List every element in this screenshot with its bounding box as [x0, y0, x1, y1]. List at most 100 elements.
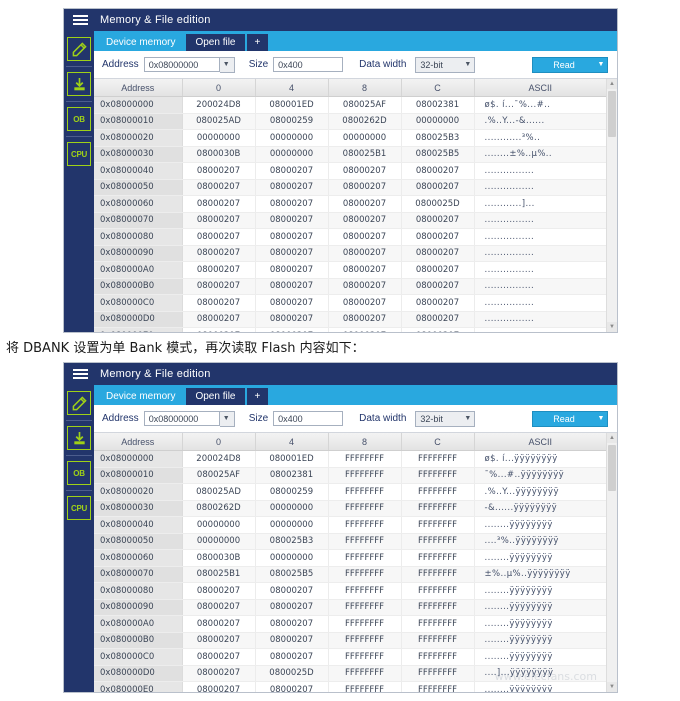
cell-address[interactable]: 0x080000E0 — [94, 327, 183, 332]
cell-address[interactable]: 0x08000010 — [94, 467, 183, 484]
cell-word-0[interactable]: 08000207 — [182, 228, 256, 246]
cell-address[interactable]: 0x08000050 — [94, 533, 183, 550]
cpu-icon[interactable]: CPU — [67, 142, 91, 166]
table-row[interactable]: 0x080000A0 08000207 08000207 08000207 080002… — [94, 261, 606, 279]
cell-word-c[interactable]: 08000207 — [401, 179, 475, 196]
cell-word-4[interactable]: 08000207 — [255, 212, 329, 229]
cell-word-c[interactable]: FFFFFFFF — [401, 500, 475, 517]
cell-word-0[interactable]: 08000207 — [182, 665, 256, 682]
cell-word-4[interactable]: 00000000 — [255, 146, 329, 163]
table-row[interactable]: 0x080000E0 08000207 08000207 FFFFFFFF FFFFFF… — [94, 681, 606, 692]
cell-word-c[interactable]: 08000207 — [401, 228, 475, 246]
cell-word-0[interactable]: 00000000 — [182, 533, 256, 550]
cell-word-c[interactable]: FFFFFFFF — [401, 648, 475, 666]
cell-ascii[interactable]: ............]... — [474, 195, 606, 213]
cell-word-c[interactable]: 080025B3 — [401, 129, 475, 147]
cell-address[interactable]: 0x08000080 — [94, 228, 183, 246]
cell-word-c[interactable]: 0800025D — [401, 195, 475, 213]
cell-word-4[interactable]: 08000207 — [255, 582, 329, 600]
cell-address[interactable]: 0x08000040 — [94, 516, 183, 534]
cell-ascii[interactable]: ................ — [474, 311, 606, 328]
cell-word-8[interactable]: 08000207 — [328, 162, 402, 180]
cell-word-4[interactable]: 08000259 — [255, 483, 329, 501]
table-row[interactable]: 0x08000050 08000207 08000207 08000207 080002… — [94, 179, 606, 196]
tab-add-new[interactable]: + — [246, 34, 269, 51]
cell-ascii[interactable]: ........ÿÿÿÿÿÿÿÿ — [474, 681, 606, 692]
cell-ascii[interactable]: ........ÿÿÿÿÿÿÿÿ — [474, 615, 606, 633]
cell-address[interactable]: 0x08000070 — [94, 566, 183, 583]
cell-word-4[interactable]: 080001ED — [255, 450, 329, 468]
cell-address[interactable]: 0x08000090 — [94, 599, 183, 616]
cell-word-8[interactable]: 08000207 — [328, 294, 402, 312]
table-row[interactable]: 0x080000B0 08000207 08000207 FFFFFFFF FFFFFF… — [94, 632, 606, 649]
address-input[interactable]: 0x08000000 — [143, 411, 220, 426]
cell-word-c[interactable]: FFFFFFFF — [401, 467, 475, 484]
tab-open-file[interactable]: Open file — [186, 388, 245, 405]
cell-ascii[interactable]: .%..Y...ÿÿÿÿÿÿÿÿ — [474, 483, 606, 501]
cell-word-4[interactable]: 080025B5 — [255, 566, 329, 583]
cell-word-0[interactable]: 00000000 — [182, 516, 256, 534]
table-row[interactable]: 0x08000030 0800030B 00000000 080025B1 080025… — [94, 146, 606, 163]
cell-ascii[interactable]: ........ÿÿÿÿÿÿÿÿ — [474, 549, 606, 567]
cell-word-c[interactable]: FFFFFFFF — [401, 665, 475, 682]
scroll-up-icon[interactable]: ▲ — [607, 79, 617, 89]
cell-word-8[interactable]: FFFFFFFF — [328, 516, 402, 534]
cell-address[interactable]: 0x080000B0 — [94, 632, 183, 649]
download-icon[interactable] — [67, 72, 91, 96]
cell-word-0[interactable]: 08000207 — [182, 615, 256, 633]
cell-word-c[interactable]: 08000207 — [401, 278, 475, 295]
table-row[interactable]: 0x08000090 08000207 08000207 08000207 080002… — [94, 245, 606, 262]
cell-word-8[interactable]: 08000207 — [328, 261, 402, 279]
cell-address[interactable]: 0x080000D0 — [94, 311, 183, 328]
cell-ascii[interactable]: ................ — [474, 278, 606, 295]
cell-word-4[interactable]: 08000207 — [255, 278, 329, 295]
cell-word-0[interactable]: 08000207 — [182, 278, 256, 295]
cell-word-4[interactable]: 08000207 — [255, 261, 329, 279]
cell-word-0[interactable]: 08000207 — [182, 195, 256, 213]
cell-address[interactable]: 0x08000060 — [94, 549, 183, 567]
col-header-4[interactable]: 4 — [255, 433, 329, 451]
cell-address[interactable]: 0x080000E0 — [94, 681, 183, 692]
cell-word-c[interactable]: 08002381 — [401, 96, 475, 114]
cell-word-8[interactable]: FFFFFFFF — [328, 549, 402, 567]
cell-ascii[interactable]: ø$. í...¯%...#.. — [474, 96, 606, 114]
scroll-down-icon[interactable]: ▼ — [607, 322, 617, 332]
cell-address[interactable]: 0x08000030 — [94, 146, 183, 163]
cell-word-0[interactable]: 0800030B — [182, 549, 256, 567]
cell-word-8[interactable]: FFFFFFFF — [328, 648, 402, 666]
cell-word-0[interactable]: 08000207 — [182, 162, 256, 180]
cell-address[interactable]: 0x080000C0 — [94, 648, 183, 666]
scrollbar-thumb[interactable] — [608, 445, 616, 491]
cell-word-4[interactable]: 08000207 — [255, 228, 329, 246]
cell-address[interactable]: 0x08000040 — [94, 162, 183, 180]
cell-word-0[interactable]: 080025AF — [182, 467, 256, 484]
col-header-ascii[interactable]: ASCII — [474, 433, 606, 451]
cell-word-c[interactable]: 08000207 — [401, 311, 475, 328]
cell-word-0[interactable]: 08000207 — [182, 212, 256, 229]
download-icon[interactable] — [67, 426, 91, 450]
cell-word-8[interactable]: FFFFFFFF — [328, 582, 402, 600]
table-row[interactable]: 0x08000080 08000207 08000207 FFFFFFFF FFFFFF… — [94, 582, 606, 600]
cell-word-c[interactable]: FFFFFFFF — [401, 582, 475, 600]
cell-word-0[interactable]: 200024D8 — [182, 96, 256, 114]
tab-device-memory[interactable]: Device memory — [97, 34, 185, 51]
data-width-select[interactable]: 32-bit ▼ — [415, 410, 476, 427]
cell-ascii[interactable]: ................ — [474, 212, 606, 229]
read-button[interactable]: Read ▼ — [532, 56, 608, 73]
cell-ascii[interactable]: -&......ÿÿÿÿÿÿÿÿ — [474, 500, 606, 517]
cell-address[interactable]: 0x08000010 — [94, 113, 183, 130]
cell-address[interactable]: 0x080000D0 — [94, 665, 183, 682]
cell-word-c[interactable]: 08000207 — [401, 162, 475, 180]
col-header-8[interactable]: 8 — [328, 433, 402, 451]
cell-ascii[interactable]: ¯%...#..ÿÿÿÿÿÿÿÿ — [474, 467, 606, 484]
cell-word-4[interactable]: 08000207 — [255, 162, 329, 180]
cell-address[interactable]: 0x08000090 — [94, 245, 183, 262]
cell-word-4[interactable]: 08000207 — [255, 245, 329, 262]
col-header-c[interactable]: C — [401, 79, 475, 97]
cell-word-c[interactable]: FFFFFFFF — [401, 566, 475, 583]
cell-word-4[interactable]: 08000207 — [255, 615, 329, 633]
cell-address[interactable]: 0x08000020 — [94, 483, 183, 501]
table-row[interactable]: 0x08000050 00000000 080025B3 FFFFFFFF FFFFFF… — [94, 533, 606, 550]
col-header-address[interactable]: Address — [94, 79, 183, 97]
cell-word-c[interactable]: FFFFFFFF — [401, 516, 475, 534]
